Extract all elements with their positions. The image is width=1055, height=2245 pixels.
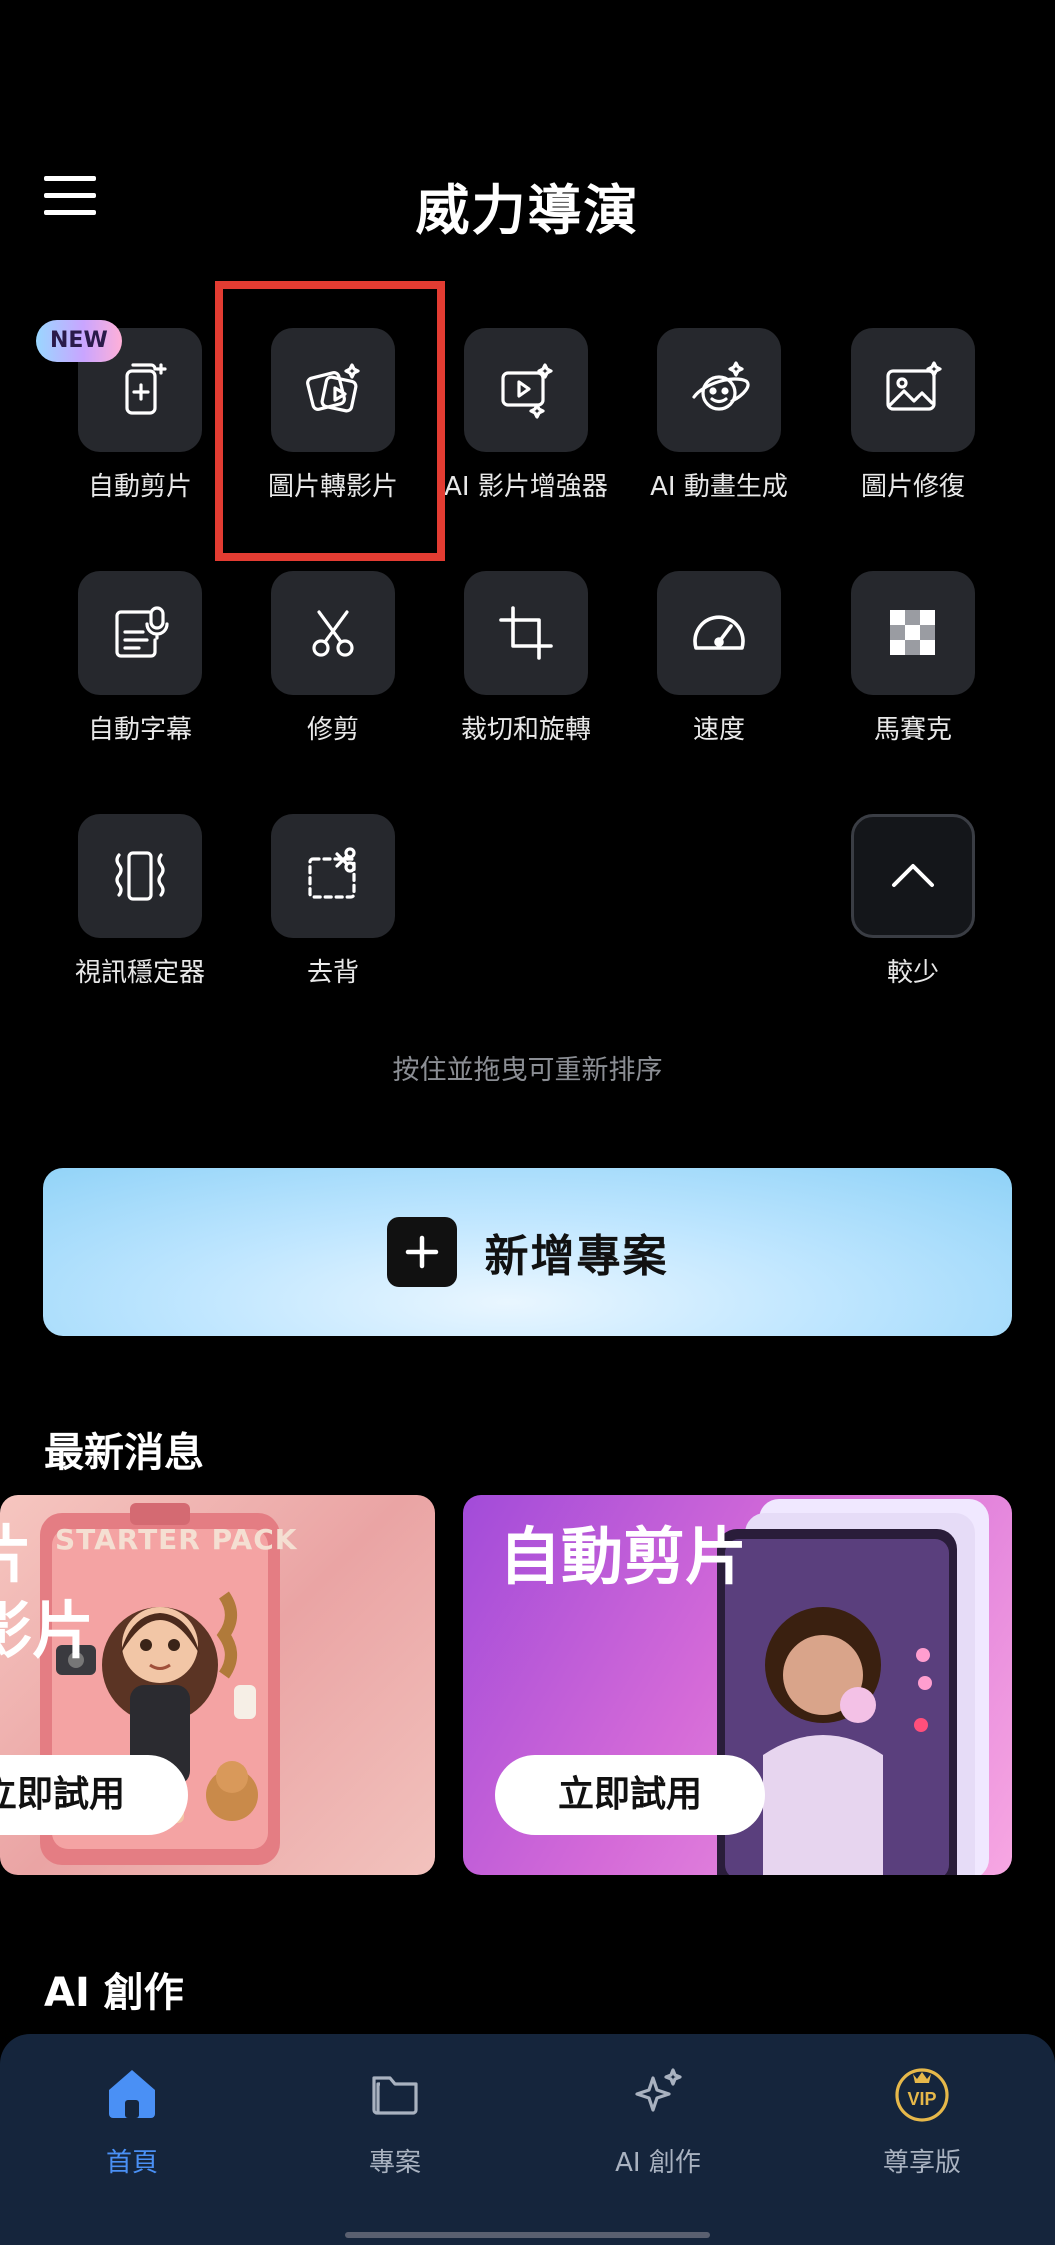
tool-ai-animation[interactable]: AI 動畫生成 [629, 328, 809, 503]
home-indicator [345, 2232, 710, 2238]
auto-subtitle-icon [78, 571, 202, 695]
tool-crop-rotate[interactable]: 裁切和旋轉 [436, 571, 616, 746]
selection-highlight [215, 281, 445, 561]
chevron-up-icon [851, 814, 975, 938]
tool-speed[interactable]: 速度 [629, 571, 809, 746]
starter-pack-text: STARTER PACK [55, 1523, 298, 1556]
tab-home[interactable]: 首頁 [32, 2062, 232, 2179]
vip-icon: VIP [895, 2068, 949, 2122]
try-now-button-b[interactable]: 立即試用 [495, 1755, 765, 1835]
mosaic-icon [851, 571, 975, 695]
ai-animation-icon [657, 328, 781, 452]
bottom-tab-bar: 首頁 專案 AI 創作 VIP 尊享版 [0, 2034, 1055, 2245]
tool-mosaic[interactable]: 馬賽克 [823, 571, 1003, 746]
stabilizer-icon [78, 814, 202, 938]
tab-ai-create[interactable]: AI 創作 [558, 2062, 758, 2179]
folder-icon [372, 2076, 418, 2115]
ai-section-title: AI 創作 [44, 1970, 184, 2016]
app-header: 威力導演 [0, 150, 1055, 242]
crop-icon [464, 571, 588, 695]
reorder-hint: 按住並拖曳可重新排序 [392, 1055, 663, 1086]
tool-auto-subtitle[interactable]: 自動字幕 [50, 571, 230, 746]
tab-vip[interactable]: VIP 尊享版 [822, 2062, 1022, 2179]
news-card-auto-cut[interactable]: 自動剪片 立即試用 [463, 1495, 1012, 1875]
tool-photo-restore[interactable]: 圖片修復 [823, 328, 1003, 503]
tool-remove-background[interactable]: 去背 [243, 814, 423, 989]
new-project-button[interactable]: 新增專案 [43, 1168, 1012, 1336]
page-title: 威力導演 [415, 179, 640, 242]
tool-ai-video-enhancer[interactable]: AI 影片增強器 [436, 328, 616, 503]
news-section-title: 最新消息 [44, 1430, 204, 1476]
tab-projects[interactable]: 專案 [295, 2062, 495, 2179]
home-icon [109, 2070, 155, 2118]
remove-background-icon [271, 814, 395, 938]
less-button[interactable]: 較少 [823, 814, 1003, 989]
new-badge: NEW [36, 320, 122, 362]
speedometer-icon [657, 571, 781, 695]
scissors-icon [271, 571, 395, 695]
plus-icon [386, 1217, 457, 1287]
svg-text:VIP: VIP [907, 2089, 936, 2109]
news-card-photo-to-video[interactable]: 片 影片 STARTER PACK 立即試用 [0, 1495, 435, 1875]
sparkle-icon [635, 2068, 682, 2112]
ai-video-enhancer-icon [464, 328, 588, 452]
try-now-button-a[interactable]: 立即試用 [0, 1755, 188, 1835]
photo-restore-icon [851, 328, 975, 452]
card-b-title: 自動剪片 [499, 1520, 748, 1593]
tool-trim[interactable]: 修剪 [243, 571, 423, 746]
tool-stabilizer[interactable]: 視訊穩定器 [50, 814, 230, 989]
